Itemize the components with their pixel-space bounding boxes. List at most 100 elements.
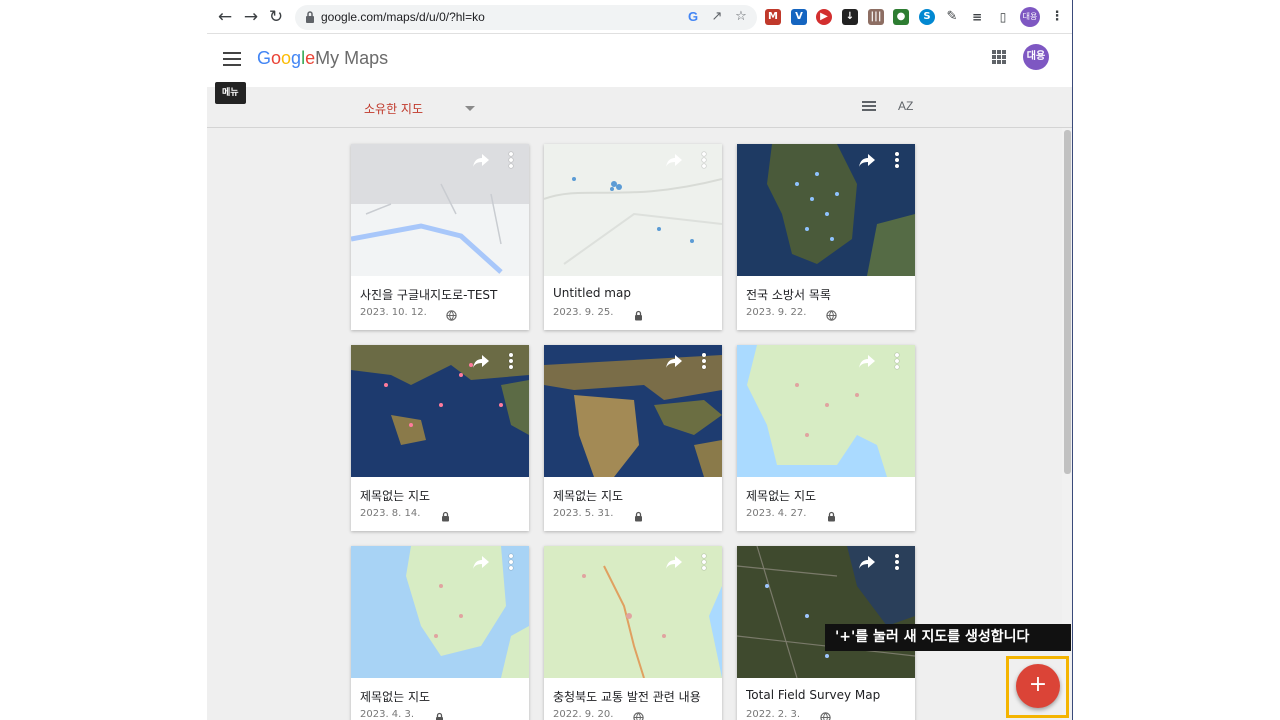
back-icon[interactable]: ←	[215, 7, 235, 27]
side-panel-icon[interactable]: ▯	[995, 9, 1011, 25]
lock-icon	[306, 11, 314, 23]
url-text: google.com/maps/d/u/0/?hl=ko	[321, 10, 485, 24]
lock-icon	[633, 507, 644, 522]
map-title[interactable]: Untitled map	[553, 286, 719, 300]
menu-icon[interactable]	[223, 52, 241, 66]
share-icon[interactable]	[858, 152, 876, 168]
share-icon[interactable]	[472, 152, 490, 168]
map-card[interactable]: 제목없는 지도 2023. 5. 31.	[544, 345, 722, 531]
map-thumbnail[interactable]	[737, 144, 915, 276]
menu-tooltip: 메뉴	[215, 82, 246, 104]
map-date: 2023. 9. 25.	[553, 307, 614, 318]
map-title[interactable]: 제목없는 지도	[746, 487, 912, 504]
map-title[interactable]: 제목없는 지도	[360, 487, 526, 504]
more-options-icon[interactable]	[894, 353, 900, 369]
app-header: GoogleMy Maps 대용	[207, 34, 1072, 87]
map-thumbnail[interactable]	[544, 546, 722, 678]
create-map-button[interactable]: +	[1016, 664, 1060, 708]
map-title[interactable]: 충청북도 교통 발전 관련 내용	[553, 688, 719, 705]
map-date: 2023. 10. 12.	[360, 307, 427, 318]
lock-icon	[633, 306, 644, 321]
lock-icon	[434, 708, 445, 720]
owner-filter-dropdown[interactable]: 소유한 지도	[364, 100, 423, 117]
map-card[interactable]: 사진을 구글내지도로-TEST 2023. 10. 12.	[351, 144, 529, 330]
map-thumbnail[interactable]	[737, 345, 915, 477]
list-view-icon[interactable]	[862, 101, 876, 113]
share-page-icon[interactable]: ↗	[708, 8, 726, 26]
map-title[interactable]: 제목없는 지도	[360, 688, 526, 705]
lock-icon	[440, 507, 451, 522]
extension-v-icon[interactable]: V	[791, 9, 807, 25]
google-my-maps-logo[interactable]: GoogleMy Maps	[257, 48, 388, 69]
map-card[interactable]: Untitled map 2023. 9. 25.	[544, 144, 722, 330]
logo-product-name: My Maps	[315, 48, 389, 68]
google-apps-icon[interactable]	[992, 50, 1006, 64]
map-thumbnail[interactable]	[737, 546, 915, 678]
google-lens-icon[interactable]: G	[684, 8, 702, 26]
share-icon[interactable]	[858, 554, 876, 570]
map-thumbnail[interactable]	[351, 546, 529, 678]
map-date: 2023. 4. 3.	[360, 709, 415, 720]
instruction-callout: '+'를 눌러 새 지도를 생성합니다	[825, 624, 1071, 651]
forward-icon[interactable]: →	[241, 7, 261, 27]
extension-blue-icon[interactable]: S	[919, 9, 935, 25]
sort-az-icon[interactable]: AZ	[898, 99, 913, 113]
map-date: 2023. 9. 22.	[746, 307, 807, 318]
more-options-icon[interactable]	[508, 152, 514, 168]
browser-menu-icon[interactable]: ⋮	[1049, 9, 1065, 25]
share-icon[interactable]	[665, 152, 683, 168]
map-title[interactable]: Total Field Survey Map	[746, 688, 912, 702]
map-thumbnail[interactable]	[544, 345, 722, 477]
browser-profile-avatar[interactable]: 대용	[1020, 7, 1040, 27]
more-options-icon[interactable]	[894, 152, 900, 168]
lock-icon	[826, 507, 837, 522]
globe-icon	[446, 306, 457, 321]
more-options-icon[interactable]	[701, 152, 707, 168]
extension-play-icon[interactable]: ▶	[816, 9, 832, 25]
bookmark-star-icon[interactable]: ☆	[732, 8, 750, 26]
scrollbar-thumb[interactable]	[1064, 130, 1071, 474]
globe-icon	[820, 708, 831, 720]
more-options-icon[interactable]	[701, 353, 707, 369]
map-list-toolbar: 소유한 지도 AZ	[207, 87, 1072, 128]
map-title[interactable]: 사진을 구글내지도로-TEST	[360, 286, 526, 303]
extension-red-icon[interactable]: M	[765, 9, 781, 25]
more-options-icon[interactable]	[894, 554, 900, 570]
map-date: 2022. 9. 20.	[553, 709, 614, 720]
map-thumbnail[interactable]	[351, 144, 529, 276]
share-icon[interactable]	[858, 353, 876, 369]
more-options-icon[interactable]	[701, 554, 707, 570]
map-card[interactable]: 제목없는 지도 2023. 8. 14.	[351, 345, 529, 531]
map-date: 2023. 4. 27.	[746, 508, 807, 519]
browser-window: ← → ↻ google.com/maps/d/u/0/?hl=ko G ↗ ☆…	[207, 0, 1073, 720]
more-options-icon[interactable]	[508, 554, 514, 570]
reload-icon[interactable]: ↻	[266, 7, 286, 27]
map-date: 2022. 2. 3.	[746, 709, 801, 720]
extension-green-icon[interactable]: ●	[893, 9, 909, 25]
map-card[interactable]: 제목없는 지도 2023. 4. 27.	[737, 345, 915, 531]
reading-list-icon[interactable]: ≡	[969, 9, 985, 25]
share-icon[interactable]	[665, 554, 683, 570]
share-icon[interactable]	[472, 554, 490, 570]
map-title[interactable]: 제목없는 지도	[553, 487, 719, 504]
address-bar[interactable]: google.com/maps/d/u/0/?hl=ko G ↗ ☆	[295, 5, 757, 30]
extensions-puzzle-icon[interactable]: ✎	[944, 9, 960, 25]
map-card[interactable]: 제목없는 지도 2023. 4. 3.	[351, 546, 529, 720]
map-title[interactable]: 전국 소방서 목록	[746, 286, 912, 303]
extension-bars-icon[interactable]: |||	[868, 9, 884, 25]
map-card[interactable]: 충청북도 교통 발전 관련 내용 2022. 9. 20.	[544, 546, 722, 720]
browser-toolbar: ← → ↻ google.com/maps/d/u/0/?hl=ko G ↗ ☆…	[207, 0, 1072, 34]
map-card[interactable]: 전국 소방서 목록 2023. 9. 22.	[737, 144, 915, 330]
map-date: 2023. 5. 31.	[553, 508, 614, 519]
map-date: 2023. 8. 14.	[360, 508, 421, 519]
account-avatar[interactable]: 대용	[1023, 44, 1049, 70]
share-icon[interactable]	[665, 353, 683, 369]
globe-icon	[633, 708, 644, 720]
more-options-icon[interactable]	[508, 353, 514, 369]
extension-download-icon[interactable]: ↓	[842, 9, 858, 25]
map-thumbnail[interactable]	[544, 144, 722, 276]
globe-icon	[826, 306, 837, 321]
map-thumbnail[interactable]	[351, 345, 529, 477]
share-icon[interactable]	[472, 353, 490, 369]
dropdown-caret-icon[interactable]	[465, 106, 475, 111]
